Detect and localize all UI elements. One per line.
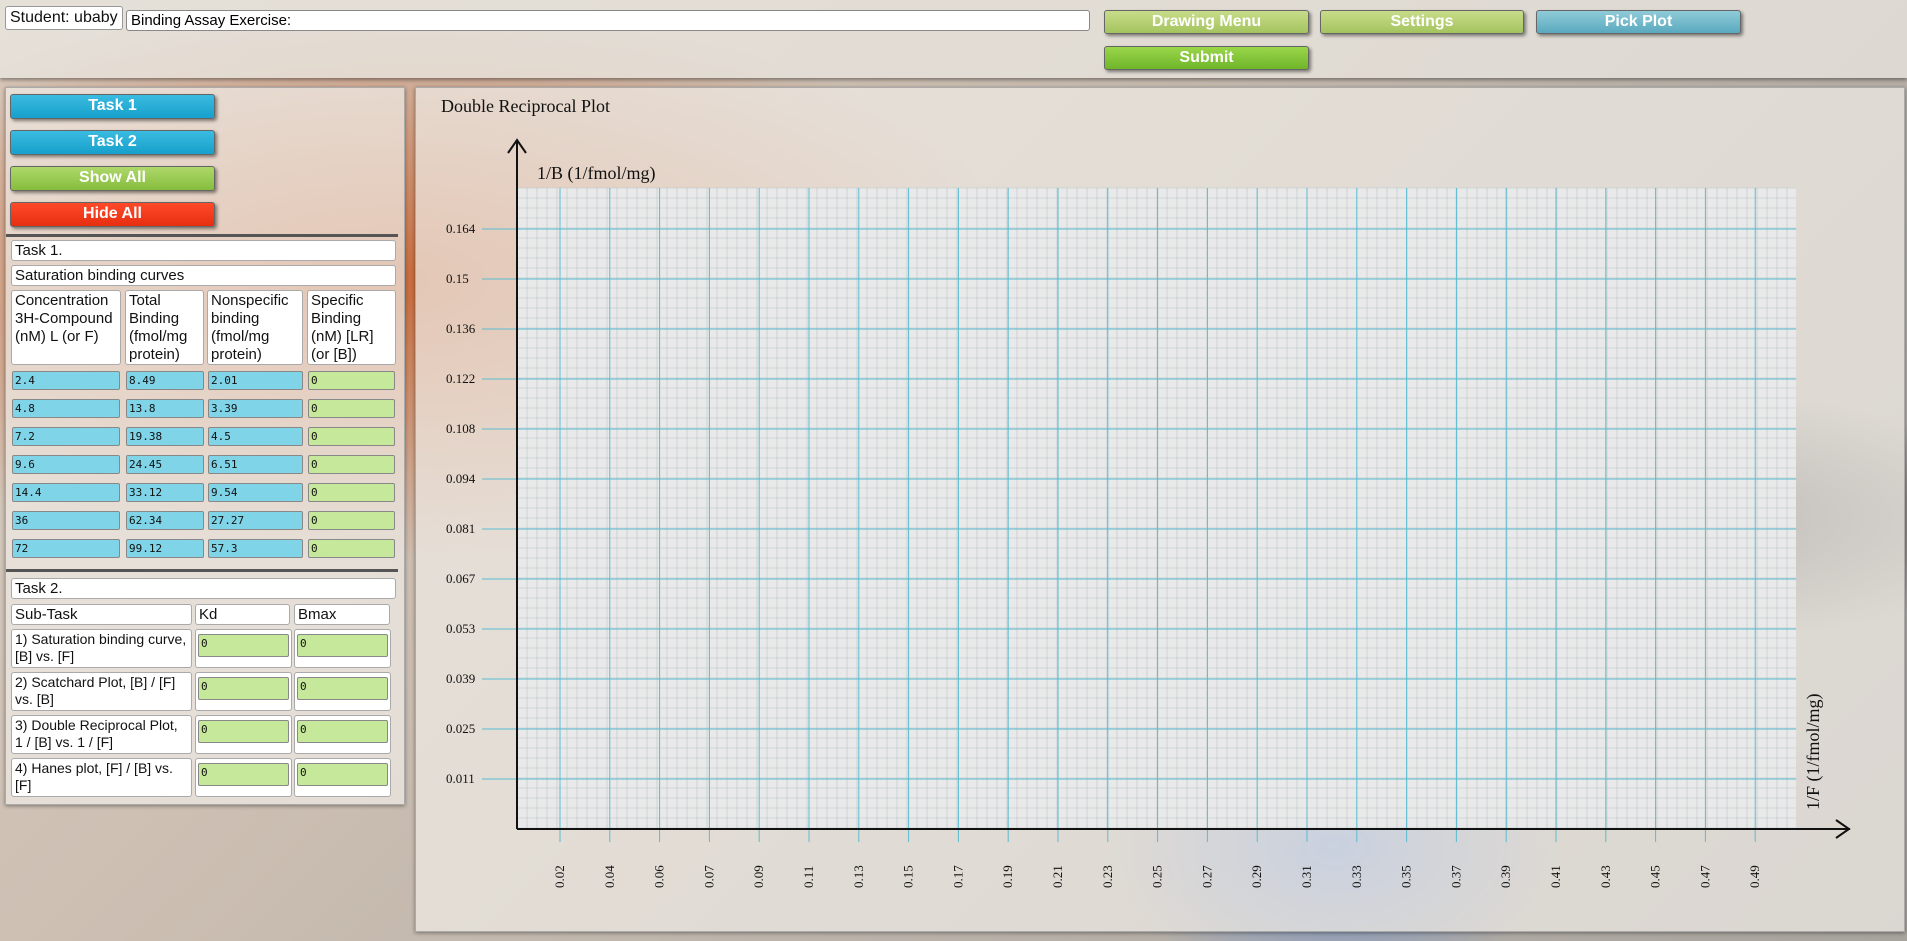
task1-header-total-binding: Total Binding (fmol/mg protein): [125, 290, 204, 365]
task2-bmax-input[interactable]: 0: [297, 634, 388, 657]
task1-nonspecific-binding-cell[interactable]: 3.39: [208, 399, 303, 418]
task2-subtask-label: 2) Scatchard Plot, [B] / [F] vs. [B]: [11, 672, 192, 711]
task2-subtask-label: 1) Saturation binding curve, [B] vs. [F]: [11, 629, 192, 668]
task2-button[interactable]: Task 2: [10, 130, 215, 155]
divider: [6, 234, 398, 237]
task1-concentration-cell[interactable]: 36: [12, 511, 120, 530]
task2-header-subtask: Sub-Task: [11, 604, 192, 625]
task2-kd-input[interactable]: 0: [198, 634, 289, 657]
task1-specific-binding-cell[interactable]: 0: [308, 455, 395, 474]
task1-concentration-cell[interactable]: 14.4: [12, 483, 120, 502]
student-label: Student: ubaby: [5, 6, 123, 30]
task1-header-specific-binding: Specific Binding (nM) [LR] (or [B]): [307, 290, 396, 365]
task1-nonspecific-binding-cell[interactable]: 57.3: [208, 539, 303, 558]
divider: [6, 569, 398, 572]
task1-total-binding-cell[interactable]: 19.38: [126, 427, 204, 446]
task1-button[interactable]: Task 1: [10, 94, 215, 119]
task1-header-nonspecific-binding: Nonspecific binding (fmol/mg protein): [207, 290, 303, 365]
task1-specific-binding-cell[interactable]: 0: [308, 371, 395, 390]
drawing-menu-button[interactable]: Drawing Menu: [1104, 10, 1309, 34]
task2-subtask-label: 3) Double Reciprocal Plot, 1 / [B] vs. 1…: [11, 715, 192, 754]
task1-nonspecific-binding-cell[interactable]: 27.27: [208, 511, 303, 530]
task1-specific-binding-cell[interactable]: 0: [308, 511, 395, 530]
task2-kd-input[interactable]: 0: [198, 720, 289, 743]
task1-subtitle: Saturation binding curves: [11, 265, 396, 286]
exercise-title-input[interactable]: [126, 10, 1090, 31]
task1-concentration-cell[interactable]: 72: [12, 539, 120, 558]
task1-total-binding-cell[interactable]: 99.12: [126, 539, 204, 558]
task1-concentration-cell[interactable]: 9.6: [12, 455, 120, 474]
top-bar: Student: ubaby Drawing Menu Settings Pic…: [0, 0, 1907, 78]
pick-plot-button[interactable]: Pick Plot: [1536, 10, 1741, 34]
task1-nonspecific-binding-cell[interactable]: 4.5: [208, 427, 303, 446]
task2-kd-input[interactable]: 0: [198, 763, 289, 786]
task1-total-binding-cell[interactable]: 33.12: [126, 483, 204, 502]
task1-nonspecific-binding-cell[interactable]: 9.54: [208, 483, 303, 502]
task1-concentration-cell[interactable]: 2.4: [12, 371, 120, 390]
submit-button[interactable]: Submit: [1104, 46, 1309, 70]
task1-specific-binding-cell[interactable]: 0: [308, 539, 395, 558]
settings-button[interactable]: Settings: [1320, 10, 1524, 34]
task2-header-bmax: Bmax: [294, 604, 390, 625]
task1-specific-binding-cell[interactable]: 0: [308, 483, 395, 502]
task2-bmax-input[interactable]: 0: [297, 677, 388, 700]
task1-specific-binding-cell[interactable]: 0: [308, 427, 395, 446]
task1-concentration-cell[interactable]: 4.8: [12, 399, 120, 418]
task1-total-binding-cell[interactable]: 24.45: [126, 455, 204, 474]
task1-header-concentration: Concentration 3H-Compound (nM) L (or F): [11, 290, 121, 365]
task2-subtask-label: 4) Hanes plot, [F] / [B] vs. [F]: [11, 758, 192, 797]
plot-panel: [415, 87, 1905, 932]
task1-nonspecific-binding-cell[interactable]: 6.51: [208, 455, 303, 474]
task2-header-kd: Kd: [195, 604, 290, 625]
task2-bmax-input[interactable]: 0: [297, 763, 388, 786]
task1-nonspecific-binding-cell[interactable]: 2.01: [208, 371, 303, 390]
task1-concentration-cell[interactable]: 7.2: [12, 427, 120, 446]
show-all-button[interactable]: Show All: [10, 166, 215, 191]
task1-title: Task 1.: [11, 240, 396, 261]
task1-specific-binding-cell[interactable]: 0: [308, 399, 395, 418]
task1-total-binding-cell[interactable]: 8.49: [126, 371, 204, 390]
task2-title: Task 2.: [11, 578, 396, 599]
task1-total-binding-cell[interactable]: 62.34: [126, 511, 204, 530]
hide-all-button[interactable]: Hide All: [10, 202, 215, 227]
task2-bmax-input[interactable]: 0: [297, 720, 388, 743]
task1-total-binding-cell[interactable]: 13.8: [126, 399, 204, 418]
task2-kd-input[interactable]: 0: [198, 677, 289, 700]
